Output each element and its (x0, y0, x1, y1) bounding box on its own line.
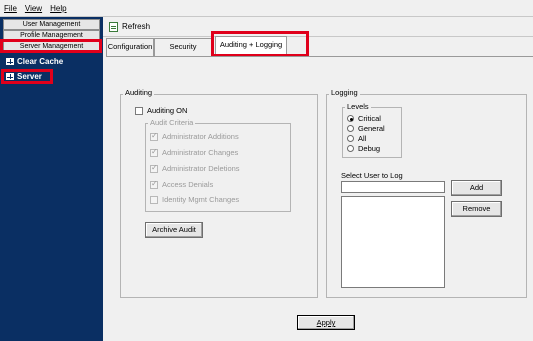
archive-audit-button[interactable]: Archive Audit (145, 222, 203, 238)
radio-label: Debug (358, 144, 381, 153)
checkbox-label: Administrator Changes (162, 148, 239, 157)
radio-label: General (358, 124, 385, 133)
criteria-checkbox-access-denials[interactable]: Access Denials (150, 179, 214, 189)
radio-dot (347, 115, 354, 122)
criteria-checkbox-admin-additions[interactable]: Administrator Additions (150, 131, 239, 141)
radio-label: Critical (358, 114, 381, 123)
server-management-button[interactable]: Server Management (3, 41, 100, 52)
checkbox-box (150, 195, 158, 204)
radio-dot (347, 125, 354, 132)
audit-criteria-title: Audit Criteria (148, 118, 196, 127)
refresh-label: Refresh (122, 22, 151, 31)
user-log-listbox[interactable] (341, 196, 445, 288)
checkbox-box (150, 163, 158, 173)
level-radio-general[interactable]: General (347, 124, 385, 133)
level-radio-all[interactable]: All (347, 134, 366, 143)
levels-title: Levels (345, 102, 371, 111)
checkbox-label: Administrator Deletions (162, 164, 240, 173)
profile-management-button[interactable]: Profile Management (3, 30, 100, 41)
tree-node-label: Clear Cache (17, 57, 64, 66)
add-button[interactable]: Add (451, 180, 502, 196)
checkbox-label: Access Denials (162, 180, 214, 189)
checkbox-box (150, 147, 158, 157)
checkbox-label: Identity Mgmt Changes (162, 195, 240, 204)
level-radio-debug[interactable]: Debug (347, 144, 380, 153)
toolbar: Refresh (103, 17, 533, 37)
menu-bar: File View Help (0, 0, 533, 17)
criteria-checkbox-identity-mgmt[interactable]: Identity Mgmt Changes (150, 195, 239, 204)
select-user-label: Select User to Log (341, 171, 403, 180)
user-management-button[interactable]: User Management (3, 19, 100, 30)
tab-security-checkin[interactable]: Security Checkin (154, 38, 212, 67)
logging-title: Logging (329, 88, 360, 97)
radio-dot (347, 145, 354, 152)
refresh-icon (109, 21, 118, 32)
menu-file[interactable]: File (4, 4, 17, 13)
checkbox-box (150, 179, 158, 189)
menu-view[interactable]: View (25, 4, 42, 13)
grid-icon (6, 73, 14, 80)
radio-dot (347, 135, 354, 142)
auditing-title: Auditing (123, 88, 155, 97)
grid-icon (6, 58, 14, 65)
apply-button[interactable]: Apply (297, 315, 355, 330)
auditing-on-checkbox[interactable]: Auditing ON (135, 106, 187, 115)
level-radio-critical[interactable]: Critical (347, 114, 381, 123)
checkbox-label: Auditing ON (147, 106, 188, 115)
remove-button[interactable]: Remove (451, 201, 502, 217)
criteria-checkbox-admin-deletions[interactable]: Administrator Deletions (150, 163, 240, 173)
criteria-checkbox-admin-changes[interactable]: Administrator Changes (150, 147, 239, 157)
select-user-input[interactable] (341, 181, 445, 193)
tab-configuration[interactable]: Configuration (106, 38, 154, 56)
tree-node-clear-cache[interactable]: Clear Cache (6, 57, 63, 66)
checkbox-box (150, 131, 158, 141)
tree-node-label: Server (17, 72, 42, 81)
checkbox-box (135, 106, 143, 115)
refresh-button[interactable]: Refresh (109, 21, 151, 32)
radio-label: All (358, 134, 367, 143)
tree-node-server[interactable]: Server (6, 72, 42, 81)
checkbox-label: Administrator Additions (162, 132, 239, 141)
menu-help[interactable]: Help (50, 4, 66, 13)
tab-auditing-logging[interactable]: Auditing + Logging (215, 36, 287, 57)
